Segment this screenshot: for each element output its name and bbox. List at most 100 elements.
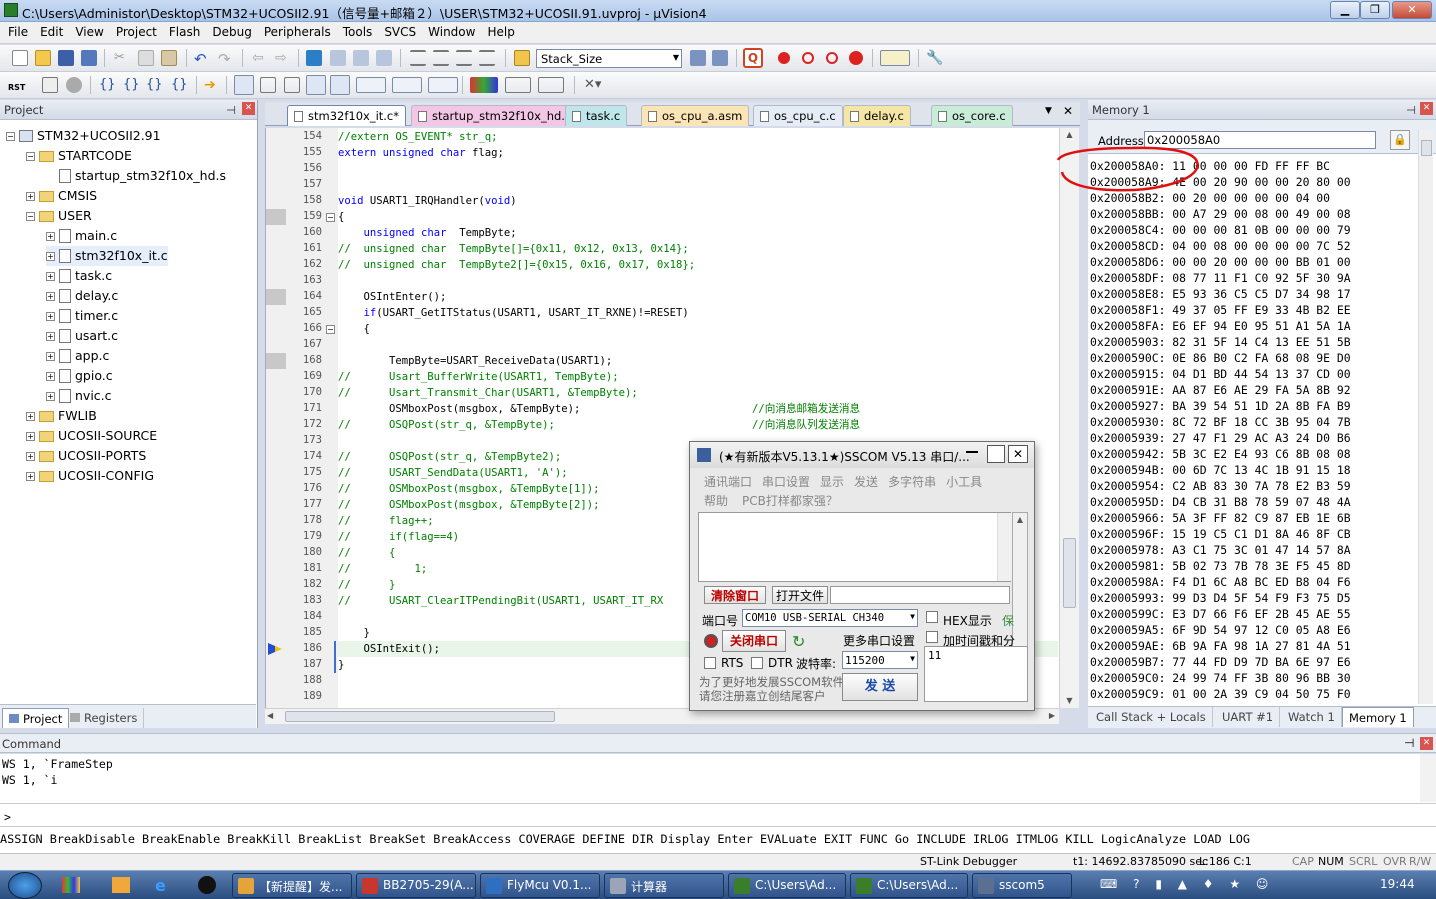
panel-close-icon[interactable]: ✕: [242, 102, 255, 115]
indent-icon[interactable]: [410, 50, 426, 66]
editor-scroll-thumb[interactable]: [1063, 538, 1076, 608]
lock-icon[interactable]: 🔒: [1390, 130, 1410, 150]
memory-row[interactable]: 0x200058CD: 04 00 08 00 00 00 00 7C 52: [1090, 238, 1351, 254]
tree-file[interactable]: + main.c: [46, 226, 117, 246]
find-combo[interactable]: Stack_Size ▼: [536, 49, 682, 68]
system-viewer-icon[interactable]: [538, 77, 564, 93]
bookmark-icon[interactable]: [306, 50, 322, 66]
tree-file[interactable]: + task.c: [46, 266, 112, 286]
run-to-cursor-icon[interactable]: {}: [171, 77, 188, 93]
expand-icon[interactable]: +: [46, 371, 55, 381]
memory-row[interactable]: 0x2000591E: AA 87 E6 AE 29 FA 5A 8B 92: [1090, 382, 1351, 398]
tab-uart1[interactable]: UART #1: [1216, 707, 1281, 727]
taskbar-item[interactable]: 计算器: [604, 873, 724, 898]
expand-icon[interactable]: +: [26, 431, 35, 441]
expand-icon[interactable]: +: [46, 331, 55, 341]
sscom-titlebar[interactable]: (★有新版本V5.13.1★)SSCOM V5.13 串口/... ✕: [690, 442, 1034, 468]
cut-icon[interactable]: ✂: [114, 50, 130, 66]
dtr-checkbox[interactable]: [751, 657, 763, 669]
memory-window-icon[interactable]: [392, 77, 422, 93]
memory-row[interactable]: 0x2000594B: 00 6D 7C 13 4C 1B 91 15 18: [1090, 462, 1351, 478]
code-line[interactable]: // unsigned char TempByte2[]={0x15, 0x16…: [338, 257, 1058, 273]
new-file-icon[interactable]: [12, 50, 28, 66]
scroll-up-icon[interactable]: ▲: [1060, 128, 1079, 142]
tree-file[interactable]: + delay.c: [46, 286, 118, 306]
command-close-icon[interactable]: ✕: [1420, 737, 1433, 750]
tab-watch1[interactable]: Watch 1: [1282, 707, 1342, 727]
taskbar-item[interactable]: FlyMcu V0.1...: [480, 873, 600, 898]
tree-folder[interactable]: + UCOSII-SOURCE: [26, 426, 157, 446]
nav-forward-icon[interactable]: ⇨: [275, 50, 291, 66]
incremental-find-icon[interactable]: [712, 50, 728, 66]
editor-tab[interactable]: task.c: [565, 105, 628, 126]
menu-view[interactable]: View: [69, 22, 109, 42]
memory-row[interactable]: 0x20005993: 99 D3 D4 5F 54 F9 F3 75 D5: [1090, 590, 1351, 606]
sscom-close-icon[interactable]: ✕: [1008, 445, 1028, 463]
code-line[interactable]: extern unsigned char flag;: [338, 145, 1058, 161]
memory-close-icon[interactable]: ✕: [1420, 102, 1433, 115]
hex-display-checkbox[interactable]: [926, 611, 938, 623]
trace-window-icon[interactable]: [505, 77, 531, 93]
memory-row[interactable]: 0x200058FA: E6 EF 94 E0 95 51 A1 5A 1A: [1090, 318, 1351, 334]
save-data-label[interactable]: 保: [1002, 612, 1014, 629]
sscom-menu-display[interactable]: 显示: [820, 475, 844, 489]
collapse-icon[interactable]: −: [26, 151, 35, 161]
call-stack-icon[interactable]: [330, 75, 350, 95]
memory-row[interactable]: 0x20005942: 5B 3C E2 E4 93 C6 8B 08 08: [1090, 446, 1351, 462]
clock[interactable]: 19:44: [1380, 877, 1415, 891]
sscom-menu-tools[interactable]: 小工具: [946, 475, 982, 489]
tab-list-icon[interactable]: ▼: [1045, 106, 1052, 116]
memory-row[interactable]: 0x20005939: 27 47 F1 29 AC A3 24 D0 B6: [1090, 430, 1351, 446]
menu-svcs[interactable]: SVCS: [378, 22, 422, 42]
expand-icon[interactable]: +: [46, 231, 55, 241]
step-over-icon[interactable]: {}: [123, 77, 140, 93]
expand-icon[interactable]: +: [46, 291, 55, 301]
editor-tab[interactable]: startup_stm32f10x_hd.s: [411, 105, 578, 126]
memory-row[interactable]: 0x200058D6: 00 00 20 00 00 00 BB 01 00: [1090, 254, 1351, 270]
code-line[interactable]: OSMboxPost(msgbox, &TempByte);//向消息邮箱发送消…: [338, 401, 1058, 417]
baud-select[interactable]: 115200 ▼: [842, 651, 918, 669]
code-line[interactable]: [338, 161, 1058, 177]
code-line[interactable]: // unsigned char TempByte[]={0x11, 0x12,…: [338, 241, 1058, 257]
expand-icon[interactable]: +: [46, 391, 55, 401]
scroll-down-icon[interactable]: ▼: [1060, 694, 1079, 708]
qq-icon[interactable]: [198, 876, 216, 894]
close-port-button[interactable]: 关闭串口: [722, 630, 786, 652]
sscom-menu-port[interactable]: 通讯端口: [704, 475, 752, 489]
memory-row[interactable]: 0x20005915: 04 D1 BD 44 54 13 37 CD 00: [1090, 366, 1351, 382]
tree-file[interactable]: + stm32f10x_it.c: [46, 246, 168, 266]
file-path-input[interactable]: [830, 586, 1010, 604]
sscom-minimize-icon[interactable]: [966, 451, 978, 453]
fold-icon[interactable]: −: [326, 325, 335, 334]
enable-breakpoint-icon[interactable]: [802, 52, 814, 64]
memory-row[interactable]: 0x20005927: BA 39 54 51 1D 2A 8B FA B9: [1090, 398, 1351, 414]
fold-icon[interactable]: −: [326, 213, 335, 222]
memory-row[interactable]: 0x20005954: C2 AB 83 30 7A 78 E2 B3 59: [1090, 478, 1351, 494]
sscom-maximize-icon[interactable]: [987, 445, 1005, 463]
tab-call-stack[interactable]: Call Stack + Locals: [1090, 707, 1213, 727]
menu-peripherals[interactable]: Peripherals: [258, 22, 337, 42]
pin-icon[interactable]: ⊣: [226, 103, 236, 117]
tree-folder[interactable]: − USER: [26, 206, 92, 226]
open-folder-icon[interactable]: [35, 50, 51, 66]
port-select[interactable]: COM10 USB-SERIAL CH340 ▼: [742, 609, 918, 627]
code-line[interactable]: unsigned char TempByte;: [338, 225, 1058, 241]
expand-icon[interactable]: +: [46, 251, 55, 261]
sscom-receive-area[interactable]: [698, 512, 1012, 582]
nav-back-icon[interactable]: ⇦: [252, 50, 268, 66]
symbols-icon[interactable]: [284, 77, 300, 93]
unindent-icon[interactable]: [433, 50, 449, 66]
minimize-button[interactable]: ▁: [1330, 1, 1360, 19]
find-icon[interactable]: [690, 50, 706, 66]
pin-icon[interactable]: ⊣: [1404, 736, 1414, 750]
memory-scrollbar[interactable]: [1418, 130, 1433, 704]
memory-row[interactable]: 0x200059C0: 24 99 74 FF 3B 80 96 BB 30: [1090, 670, 1351, 686]
step-out-icon[interactable]: {}: [146, 77, 163, 93]
editor-tab[interactable]: os_cpu_c.c: [753, 105, 843, 126]
reset-icon[interactable]: RST: [8, 77, 30, 93]
menu-help[interactable]: Help: [481, 22, 520, 42]
run-icon[interactable]: [42, 77, 58, 93]
expand-icon[interactable]: +: [46, 271, 55, 281]
menu-flash[interactable]: Flash: [163, 22, 206, 42]
tree-folder[interactable]: + CMSIS: [26, 186, 97, 206]
